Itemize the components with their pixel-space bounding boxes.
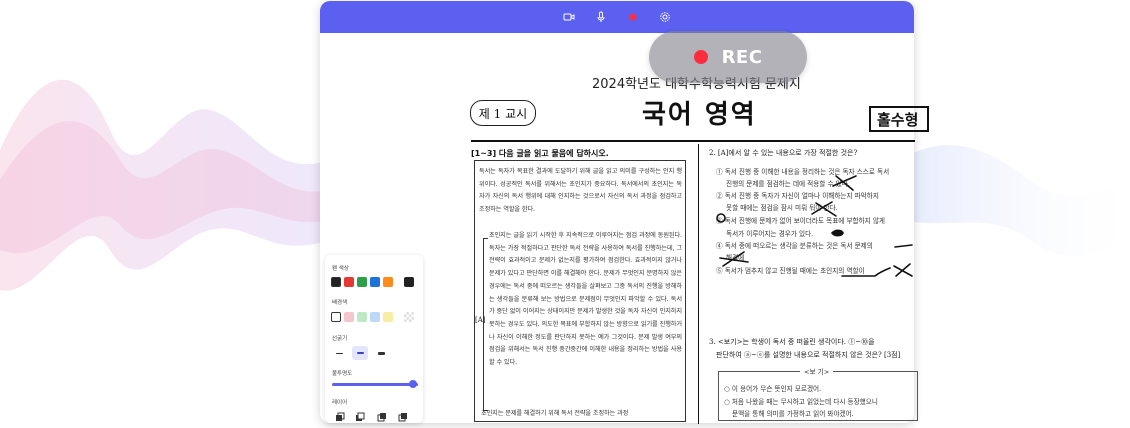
background-color-swatch[interactable] — [357, 312, 367, 322]
microphone-icon — [597, 11, 605, 22]
opacity-slider-track[interactable] — [332, 383, 418, 386]
paper-type-box: 홀수형 — [869, 106, 929, 132]
video-button[interactable] — [562, 10, 576, 24]
q2-option-line: 해결에 — [726, 254, 745, 262]
header-rule — [471, 140, 915, 142]
bogi-line: ○ 처음 나왔을 때는 무시하고 읽었는데 다시 등장했으니 — [724, 398, 878, 406]
bogi-line: ○ 이 용어가 무슨 뜻인지 모르겠어. — [724, 385, 822, 393]
record-dot-icon — [693, 50, 708, 64]
settings-icon — [660, 12, 670, 22]
pen-color-swatch[interactable] — [383, 277, 393, 287]
background-color-swatch[interactable] — [344, 312, 354, 322]
subject-title: 국어 영역 — [642, 100, 757, 130]
record-button[interactable] — [626, 10, 640, 24]
background-color-label: 배경색 — [332, 300, 348, 306]
passage-paragraph-3: 초인지는 문제를 해결하기 위해 독서 전략을 조정하는 과정 — [481, 410, 629, 417]
pen-color-label: 펜 색상 — [332, 266, 349, 272]
q2-option-line: ② 독서 진행 중 독자가 자신이 얼마나 이해하는지 파악하지 — [716, 192, 879, 200]
record-icon — [629, 13, 637, 21]
background-color-swatch[interactable] — [383, 312, 393, 322]
q2-option-line: ⑤ 독서가 멈추지 않고 진행될 때에는 초인지의 역할이 — [716, 267, 865, 275]
bracket-line — [483, 238, 484, 410]
session-badge: 제 1 교시 — [470, 100, 536, 126]
layer-backward-icon[interactable] — [376, 412, 387, 423]
q2-option-line: ④ 독서 중에 떠오르는 생각을 분류하는 것은 독서 문제의 — [716, 242, 873, 250]
question-range: [1~3] 다음 글을 읽고 물음에 답하시오. — [471, 149, 609, 158]
layer-send-back-icon[interactable] — [397, 412, 408, 423]
pen-color-swatch[interactable] — [370, 277, 380, 287]
layer-label: 레이어 — [332, 400, 348, 406]
background-color-swatch[interactable] — [370, 312, 380, 322]
q2-option-line: 못할 때에는 점검을 잠시 미뤄 둬야 한다. — [726, 204, 838, 212]
pen-color-swatch[interactable] — [357, 277, 367, 287]
q2-option-line: 독서가 이루어지는 경우가 있다. — [726, 230, 814, 238]
background-color-swatch[interactable] — [331, 312, 341, 322]
bogi-label: <보 기> — [800, 366, 834, 376]
transparent-background-swatch[interactable] — [404, 312, 414, 322]
recording-label: REC — [721, 46, 763, 68]
question-3: 3. <보기>는 학생이 독서 중 떠올린 생각이다. ①~⑩을 — [709, 338, 875, 346]
thickness-medium-button[interactable] — [352, 346, 368, 360]
pen-color-swatch[interactable] — [344, 277, 354, 287]
recording-indicator[interactable]: REC — [649, 31, 807, 83]
thickness-thin-button[interactable] — [331, 346, 347, 360]
question-2: 2. [A]에서 알 수 있는 내용으로 가장 적절한 것은? — [709, 149, 858, 157]
bogi-line: 문맥을 통해 의미를 가정하고 읽어 봐야겠어. — [732, 410, 854, 418]
passage-paragraph-1: 독서는 독자가 목표한 결과에 도달하기 위해 글을 읽고 의미를 구성하는 인… — [479, 168, 682, 214]
bracket-label: [A] — [475, 316, 486, 324]
q2-option-line: ③ 독서 진행에 문제가 없어 보이더라도 목표에 부합하지 않게 — [716, 217, 885, 225]
q2-option-line: ① 독서 진행 중 이해한 내용을 정리하는 것은 독자 스스로 독서 — [716, 168, 890, 176]
question-3-line-2: 판단하여 ⓐ~ⓔ를 설명한 내용으로 적절하지 않은 것은? [3점] — [716, 351, 901, 359]
video-icon — [563, 13, 575, 21]
thickness-thick-button[interactable] — [373, 346, 389, 360]
thickness-label: 선굵기 — [332, 336, 348, 342]
pen-color-swatch[interactable] — [331, 277, 341, 287]
opacity-slider-thumb[interactable] — [409, 380, 417, 388]
layer-forward-icon[interactable] — [354, 412, 365, 423]
column-divider — [698, 144, 699, 424]
opacity-label: 불투명도 — [332, 371, 353, 377]
microphone-button[interactable] — [594, 10, 608, 24]
passage-paragraph-2: 초인지는 글을 읽기 시작한 후 지속적으로 이루어지는 점검 과정에 동원된다… — [489, 232, 682, 367]
settings-button[interactable] — [658, 10, 672, 24]
custom-pen-color-swatch[interactable] — [404, 277, 414, 287]
q2-option-line: 진행의 문제를 점검하는 데에 적용할 수 있다. — [726, 180, 850, 188]
title-bar — [320, 1, 914, 33]
layer-bring-front-icon[interactable] — [334, 412, 345, 423]
